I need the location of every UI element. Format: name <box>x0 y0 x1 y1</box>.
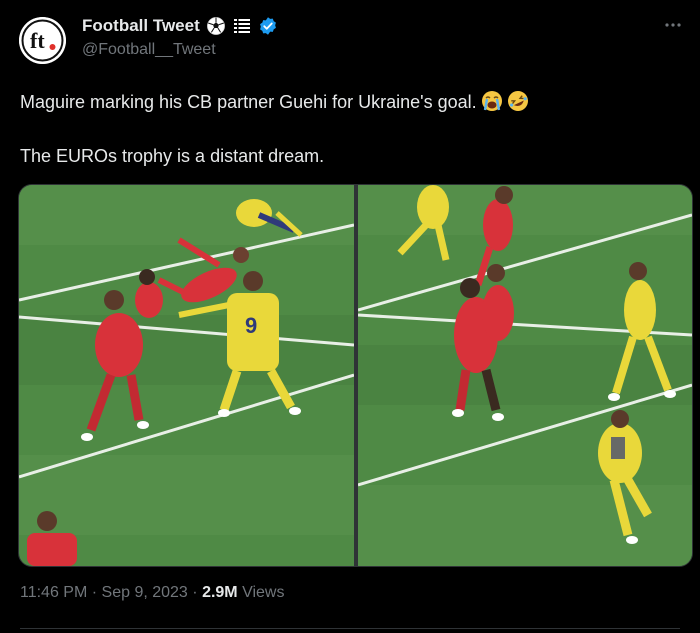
loudly-crying-face-icon <box>481 90 503 117</box>
tweet-meta: 11:46 PM · Sep 9, 2023 · 2.9M Views <box>20 584 284 602</box>
divider <box>20 628 680 629</box>
media-image-left[interactable]: 9 <box>19 185 354 566</box>
tweet: ft Football Tweet @Football__Tweet Magui… <box>0 0 700 633</box>
author-name-row: Football Tweet <box>82 16 278 36</box>
tweet-text: Maguire marking his CB partner Guehi for… <box>20 92 477 112</box>
views-count: 2.9M <box>202 584 238 601</box>
tweet-text-line-1: Maguire marking his CB partner Guehi for… <box>20 90 529 117</box>
views-label: Views <box>242 584 285 601</box>
media-image-right[interactable] <box>358 185 692 566</box>
tweet-time[interactable]: 11:46 PM <box>20 584 87 601</box>
author-handle[interactable]: @Football__Tweet <box>82 41 216 59</box>
media-grid[interactable]: 9 <box>18 184 693 567</box>
meta-separator: · <box>91 584 98 601</box>
author-avatar[interactable]: ft <box>19 17 66 64</box>
soccer-ball-icon <box>206 17 225 35</box>
tweet-text-line-2: The EUROs trophy is a distant dream. <box>20 146 325 166</box>
meta-separator: · <box>192 584 198 601</box>
more-options-icon[interactable] <box>662 14 684 36</box>
jersey-number: 9 <box>245 313 257 338</box>
rolling-on-floor-laughing-icon <box>507 90 529 117</box>
svg-text:ft: ft <box>30 28 45 53</box>
author-display-name[interactable]: Football Tweet <box>82 16 200 36</box>
verified-badge-icon[interactable] <box>258 16 278 36</box>
tweet-date[interactable]: Sep 9, 2023 <box>102 584 188 601</box>
list-icon <box>233 19 250 33</box>
